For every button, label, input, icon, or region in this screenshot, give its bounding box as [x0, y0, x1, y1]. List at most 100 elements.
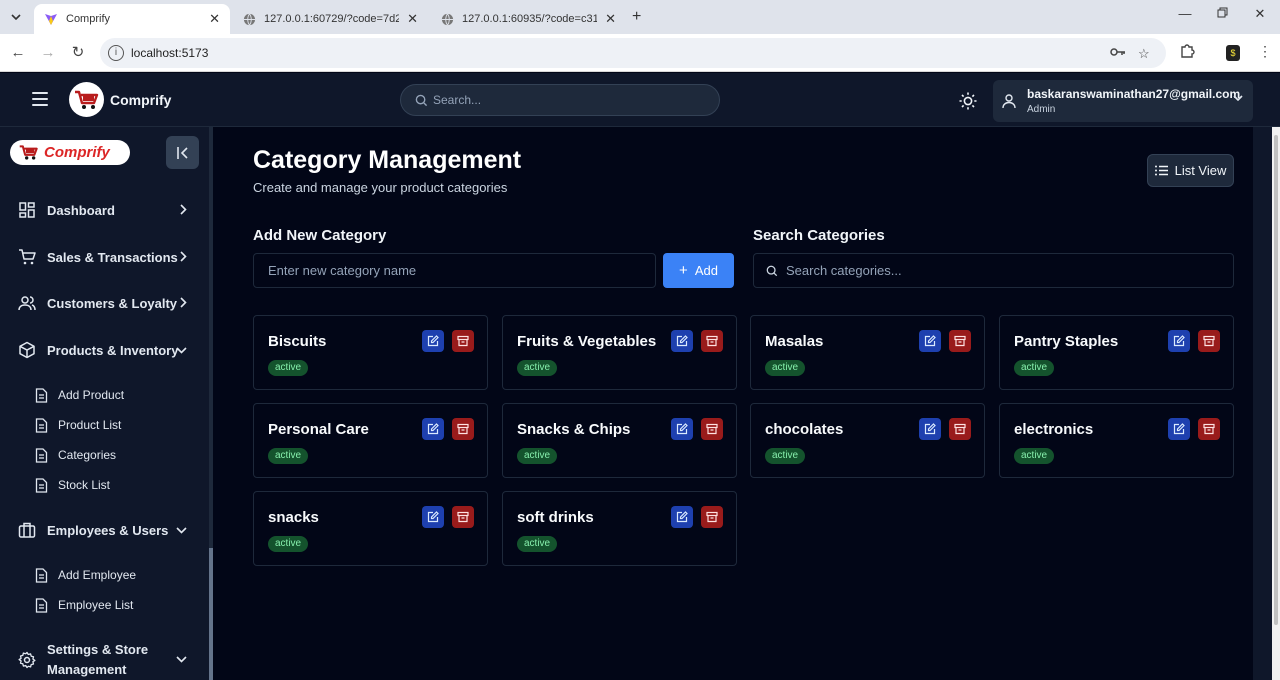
list-view-button[interactable]: List View	[1147, 154, 1234, 187]
hamburger-menu-icon[interactable]	[32, 92, 48, 106]
status-badge: active	[268, 360, 309, 376]
chevron-right-icon	[180, 251, 187, 262]
delete-category-button[interactable]	[701, 506, 723, 528]
sidebar-item-customers[interactable]: Customers & Loyalty	[18, 291, 193, 315]
sidebar-sub-add-employee[interactable]: Add Employee	[35, 565, 136, 585]
restore-icon[interactable]	[1212, 6, 1232, 21]
close-icon[interactable]: ✕	[605, 11, 616, 27]
close-icon[interactable]: ✕	[407, 11, 418, 27]
browser-tab-comprify[interactable]: Comprify ✕	[34, 4, 230, 34]
category-name: Biscuits	[268, 333, 327, 350]
global-search-input[interactable]	[433, 85, 713, 115]
theme-toggle-sun-icon[interactable]	[958, 91, 978, 111]
chevron-down-icon	[176, 347, 187, 354]
globe-icon	[242, 12, 256, 26]
edit-icon	[924, 335, 936, 347]
page-title: Category Management	[253, 146, 522, 174]
add-button-label: Add	[694, 263, 718, 278]
user-menu[interactable]: baskaranswaminathan27@gmail.com Admin	[993, 80, 1253, 122]
sidebar-sub-add-product[interactable]: Add Product	[35, 385, 124, 405]
browser-tab-localhost-1[interactable]: 127.0.0.1:60729/?code=7d2514 ✕	[232, 4, 428, 34]
delete-category-button[interactable]	[452, 506, 474, 528]
global-search[interactable]	[400, 84, 720, 116]
window-close-icon[interactable]: ✕	[1250, 6, 1270, 22]
sidebar-item-products[interactable]: Products & Inventory	[18, 338, 193, 362]
edit-category-button[interactable]	[1168, 418, 1190, 440]
url-text[interactable]: localhost:5173	[131, 46, 208, 60]
sidebar-item-label: Settings & Store Management	[47, 642, 149, 677]
chevron-down-icon	[176, 656, 187, 663]
edit-category-button[interactable]	[671, 418, 693, 440]
sidebar-item-label: Customers & Loyalty	[47, 295, 178, 311]
edit-category-button[interactable]	[422, 506, 444, 528]
edit-icon	[676, 511, 688, 523]
browser-tab-localhost-2[interactable]: 127.0.0.1:60935/?code=c31a3b ✕	[430, 4, 626, 34]
category-search[interactable]	[753, 253, 1234, 288]
sidebar-item-sales[interactable]: Sales & Transactions	[18, 245, 193, 269]
delete-category-button[interactable]	[949, 330, 971, 352]
delete-category-button[interactable]	[701, 330, 723, 352]
edit-icon	[1173, 335, 1185, 347]
minimize-icon[interactable]: —	[1175, 6, 1195, 21]
new-tab-plus-icon[interactable]: +	[632, 8, 641, 26]
edit-category-button[interactable]	[1168, 330, 1190, 352]
vite-favicon-icon	[44, 12, 58, 26]
edit-category-button[interactable]	[919, 330, 941, 352]
edit-icon	[427, 511, 439, 523]
user-email: baskaranswaminathan27@gmail.com	[1027, 87, 1241, 101]
status-badge: active	[517, 360, 558, 376]
page-scrollbar-thumb[interactable]	[1274, 135, 1278, 625]
status-badge: active	[517, 448, 558, 464]
sidebar-sub-product-list[interactable]: Product List	[35, 415, 121, 435]
category-card: Pantry Staples active	[999, 315, 1234, 390]
brand-name[interactable]: Comprify	[110, 92, 171, 108]
tab-title: 127.0.0.1:60935/?code=c31a3b	[462, 13, 598, 25]
edit-category-button[interactable]	[671, 506, 693, 528]
category-card: Masalas active	[750, 315, 985, 390]
edit-category-button[interactable]	[671, 330, 693, 352]
category-name: Fruits & Vegetables	[517, 333, 657, 350]
document-icon	[35, 597, 48, 613]
address-bar[interactable]: i localhost:5173 ☆	[100, 38, 1166, 68]
extensions-puzzle-icon[interactable]	[1180, 43, 1195, 61]
delete-category-button[interactable]	[452, 330, 474, 352]
archive-icon	[457, 335, 469, 347]
archive-icon	[706, 423, 718, 435]
list-view-label: List View	[1174, 163, 1227, 178]
forward-arrow-icon[interactable]: →	[38, 43, 58, 63]
edit-category-button[interactable]	[422, 330, 444, 352]
close-icon[interactable]: ✕	[209, 11, 220, 27]
reload-icon[interactable]: ↻	[68, 43, 88, 63]
browser-menu-icon[interactable]: ⋮	[1258, 43, 1272, 60]
edit-category-button[interactable]	[919, 418, 941, 440]
sidebar-scrollbar-thumb[interactable]	[209, 548, 213, 680]
sidebar-sub-stock-list[interactable]: Stock List	[35, 475, 110, 495]
site-info-icon[interactable]: i	[108, 45, 124, 61]
delete-category-button[interactable]	[701, 418, 723, 440]
tab-search-button[interactable]	[6, 7, 26, 27]
sidebar-collapse-button[interactable]	[166, 136, 199, 169]
sidebar-item-employees[interactable]: Employees & Users	[18, 518, 193, 542]
sidebar-item-settings[interactable]: Settings & Store Management	[18, 640, 193, 680]
user-role: Admin	[1027, 104, 1056, 115]
extension-icon[interactable]: $	[1226, 45, 1240, 61]
sidebar-item-dashboard[interactable]: Dashboard	[18, 198, 193, 222]
key-icon[interactable]	[1110, 46, 1126, 61]
add-category-button[interactable]: + Add	[663, 253, 734, 288]
back-arrow-icon[interactable]: ←	[8, 43, 28, 63]
sidebar-sub-employee-list[interactable]: Employee List	[35, 595, 133, 615]
edit-category-button[interactable]	[422, 418, 444, 440]
sidebar-sub-label: Stock List	[58, 478, 111, 492]
delete-category-button[interactable]	[1198, 330, 1220, 352]
sidebar-logo[interactable]: Comprify	[10, 140, 130, 165]
sidebar-item-label: Employees & Users	[47, 522, 169, 538]
category-search-input[interactable]	[786, 254, 1226, 287]
delete-category-button[interactable]	[1198, 418, 1220, 440]
delete-category-button[interactable]	[949, 418, 971, 440]
dashboard-icon	[18, 201, 36, 219]
delete-category-button[interactable]	[452, 418, 474, 440]
new-category-input[interactable]	[253, 253, 656, 288]
category-name: electronics	[1014, 421, 1094, 438]
sidebar-sub-categories[interactable]: Categories	[35, 445, 116, 465]
bookmark-star-icon[interactable]: ☆	[1138, 46, 1150, 62]
